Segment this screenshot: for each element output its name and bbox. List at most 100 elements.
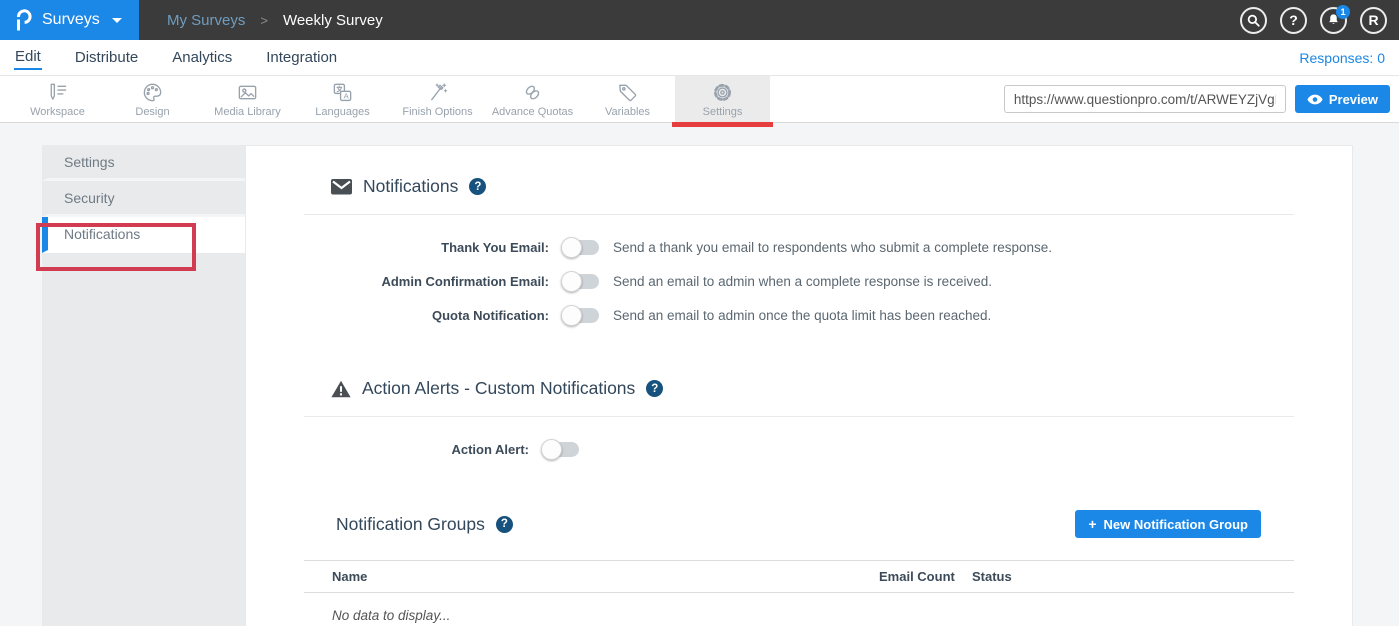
toggle-description: Send a thank you email to respondents wh… [613,240,1052,255]
questionpro-logo-icon [15,9,32,32]
new-group-button-label: New Notification Group [1104,517,1248,532]
sidebar-item-settings[interactable]: Settings [42,145,245,181]
workspace-icon [46,80,69,104]
toggle-label: Thank You Email: [304,240,549,255]
sidebar-item-label: Settings [64,154,115,170]
sidebar-item-security[interactable]: Security [42,181,245,217]
toolbar-item-label: Languages [315,106,369,118]
nav-tabs: Edit Distribute Analytics Integration [14,46,370,70]
action-alerts-section: Action Alerts - Custom Notifications ? A… [304,378,1294,466]
toggle-knob [561,305,582,326]
toolbar-item-advance-quotas[interactable]: Advance Quotas [485,76,580,122]
warning-triangle-icon [331,380,351,398]
preview-button[interactable]: Preview [1295,85,1390,113]
toggle-label: Admin Confirmation Email: [304,274,549,289]
toolbar-item-label: Settings [703,106,743,118]
sidebar-item-notifications[interactable]: Notifications [42,217,245,253]
toolbar-item-variables[interactable]: Variables [580,76,675,122]
toggle-label: Quota Notification: [304,308,549,323]
breadcrumb-parent[interactable]: My Surveys [167,12,245,29]
toggle-switch-thank-you-email[interactable] [562,240,599,255]
top-bar: Surveys My Surveys > Weekly Survey ? 1 R [0,0,1399,40]
toggle-switch-quota-notification[interactable] [562,308,599,323]
toolbar-item-label: Finish Options [402,106,472,118]
toggle-switch-action-alert[interactable] [542,442,579,457]
envelope-icon [331,179,352,195]
settings-panel: Notifications ? Thank You Email: Send a t… [245,145,1353,626]
tab-integration[interactable]: Integration [265,47,338,69]
section-header: Notifications ? [331,176,1294,197]
toolbar-items: Workspace Design Media Library A Languages Fi… [10,76,770,122]
edit-toolbar: Workspace Design Media Library A Languages Fi… [0,76,1399,123]
toggle-row-action-alert: Action Alert: [304,432,1294,466]
toggle-row-quota-notification: Quota Notification: Send an email to admi… [304,298,1294,332]
toggle-row-thank-you-email: Thank You Email: Send a thank you email t… [304,230,1294,264]
notifications-bell-icon[interactable]: 1 [1320,7,1347,34]
sidebar-item-label: Notifications [64,226,140,242]
toggle-knob [561,271,582,292]
tab-edit[interactable]: Edit [14,46,42,70]
plus-icon: + [1088,516,1096,532]
toolbar-item-label: Advance Quotas [492,106,573,118]
help-icon[interactable]: ? [1280,7,1307,34]
toolbar-item-label: Variables [605,106,650,118]
search-icon[interactable] [1240,7,1267,34]
toolbar-item-workspace[interactable]: Workspace [10,76,105,122]
media-library-icon [236,80,259,104]
notification-groups-table: NameEmail CountStatus No data to display… [304,560,1294,623]
tab-analytics[interactable]: Analytics [171,47,233,69]
divider [304,214,1294,215]
section-title: Action Alerts - Custom Notifications [362,378,635,399]
responses-count-link[interactable]: Responses: 0 [1299,50,1385,66]
avatar-initial: R [1368,12,1378,28]
breadcrumb-current: Weekly Survey [283,12,383,29]
languages-icon: A [331,80,354,104]
section-title: Notifications [363,176,458,197]
toolbar-item-settings[interactable]: Settings [675,76,770,122]
toggle-row-admin-confirmation-email: Admin Confirmation Email:Send an email t… [304,264,1294,298]
section-header: Action Alerts - Custom Notifications ? [331,378,1294,399]
advance-quotas-icon [521,80,544,104]
toolbar-item-languages[interactable]: A Languages [295,76,390,122]
tab-distribute[interactable]: Distribute [74,47,139,69]
help-badge-icon[interactable]: ? [469,178,486,195]
sidebar-item-label: Security [64,190,115,206]
content-area: Settings Security Notifications Notificati… [0,123,1399,626]
toolbar-item-media-library[interactable]: Media Library [200,76,295,122]
design-icon [141,80,164,104]
table-empty-message: No data to display... [332,608,1294,623]
toggle-knob [541,439,562,460]
svg-text:A: A [344,91,350,100]
notification-toggles: Thank You Email: Send a thank you email t… [304,230,1294,332]
help-badge-icon[interactable]: ? [646,380,663,397]
settings-icon [711,80,734,104]
variables-icon [616,80,639,104]
avatar[interactable]: R [1360,7,1387,34]
toggle-switch-admin-confirmation-email[interactable] [562,274,599,289]
notifications-section: Notifications ? Thank You Email: Send a t… [304,176,1294,332]
toolbar-item-design[interactable]: Design [105,76,200,122]
divider [304,416,1294,417]
table-header-row: NameEmail CountStatus [304,560,1294,593]
product-switcher[interactable]: Surveys [0,0,139,40]
annotation-underline-settings [672,122,773,127]
breadcrumb-separator: > [260,13,268,28]
survey-url-input[interactable] [1004,85,1286,113]
toggle-description: Send an email to admin once the quota li… [613,308,991,323]
primary-nav: Edit Distribute Analytics Integration Respo… [0,40,1399,76]
finish-options-icon [426,80,449,104]
toolbar-item-label: Design [135,106,169,118]
product-name: Surveys [42,11,100,29]
topbar-icons: ? 1 R [1240,7,1387,34]
column-header-name: Name [304,569,879,584]
breadcrumb: My Surveys > Weekly Survey [167,12,383,29]
column-header-email-count: Email Count [879,569,972,584]
toggle-label: Action Alert: [304,442,529,457]
column-header-status: Status [972,569,1294,584]
chevron-down-icon [112,18,122,23]
new-notification-group-button[interactable]: + New Notification Group [1075,510,1261,538]
help-badge-icon[interactable]: ? [496,516,513,533]
toolbar-item-finish-options[interactable]: Finish Options [390,76,485,122]
section-title: Notification Groups [336,514,485,535]
toolbar-item-label: Media Library [214,106,281,118]
